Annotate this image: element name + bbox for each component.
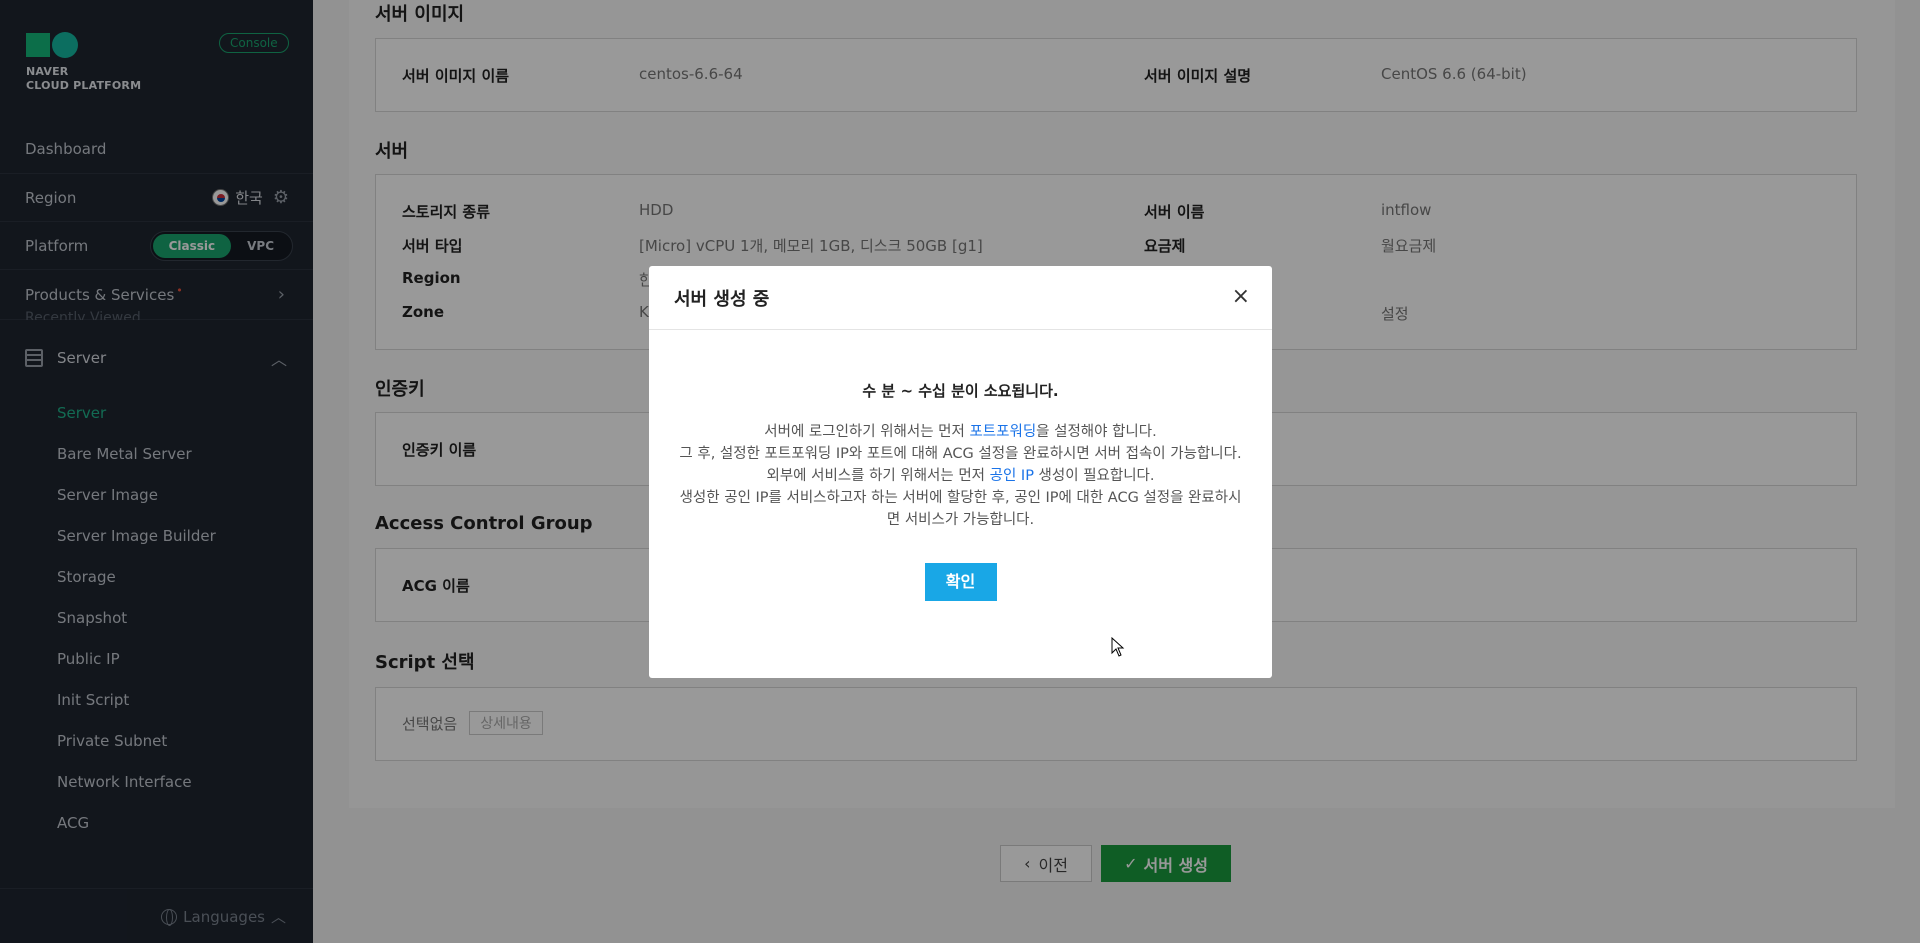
modal-title: 서버 생성 중	[674, 288, 770, 310]
modal-line-2: 그 후, 설정한 포트포워딩 IP와 포트에 대해 ACG 설정을 완료하시면 …	[679, 446, 1242, 462]
modal-body: 수 분 ~ 수십 분이 소요됩니다. 서버에 로그인하기 위해서는 먼저 포트포…	[649, 330, 1272, 601]
public-ip-link[interactable]: 공인 IP	[990, 468, 1034, 484]
modal-line-3: 외부에 서비스를 하기 위해서는 먼저 공인 IP 생성이 필요합니다.	[674, 465, 1247, 487]
close-icon[interactable]: ×	[1232, 286, 1250, 308]
modal-line-3-post: 생성이 필요합니다.	[1033, 468, 1155, 484]
modal-header: 서버 생성 중 ×	[649, 266, 1272, 330]
server-creating-modal: 서버 생성 중 × 수 분 ~ 수십 분이 소요됩니다. 서버에 로그인하기 위…	[649, 266, 1272, 678]
modal-line-1-post: 을 설정해야 합니다.	[1036, 424, 1157, 440]
confirm-button[interactable]: 확인	[924, 563, 997, 601]
modal-line-1-pre: 서버에 로그인하기 위해서는 먼저	[764, 424, 970, 440]
modal-headline: 수 분 ~ 수십 분이 소요됩니다.	[862, 382, 1059, 400]
modal-line-1: 서버에 로그인하기 위해서는 먼저 포트포워딩을 설정해야 합니다.	[674, 421, 1247, 443]
mouse-cursor-icon	[1111, 637, 1125, 657]
modal-line-4: 생성한 공인 IP를 서비스하고자 하는 서버에 할당한 후, 공인 IP에 대…	[679, 490, 1242, 528]
modal-message: 서버에 로그인하기 위해서는 먼저 포트포워딩을 설정해야 합니다. 그 후, …	[649, 421, 1272, 531]
modal-line-3-pre: 외부에 서비스를 하기 위해서는 먼저	[766, 468, 990, 484]
port-forwarding-link[interactable]: 포트포워딩	[969, 424, 1036, 440]
